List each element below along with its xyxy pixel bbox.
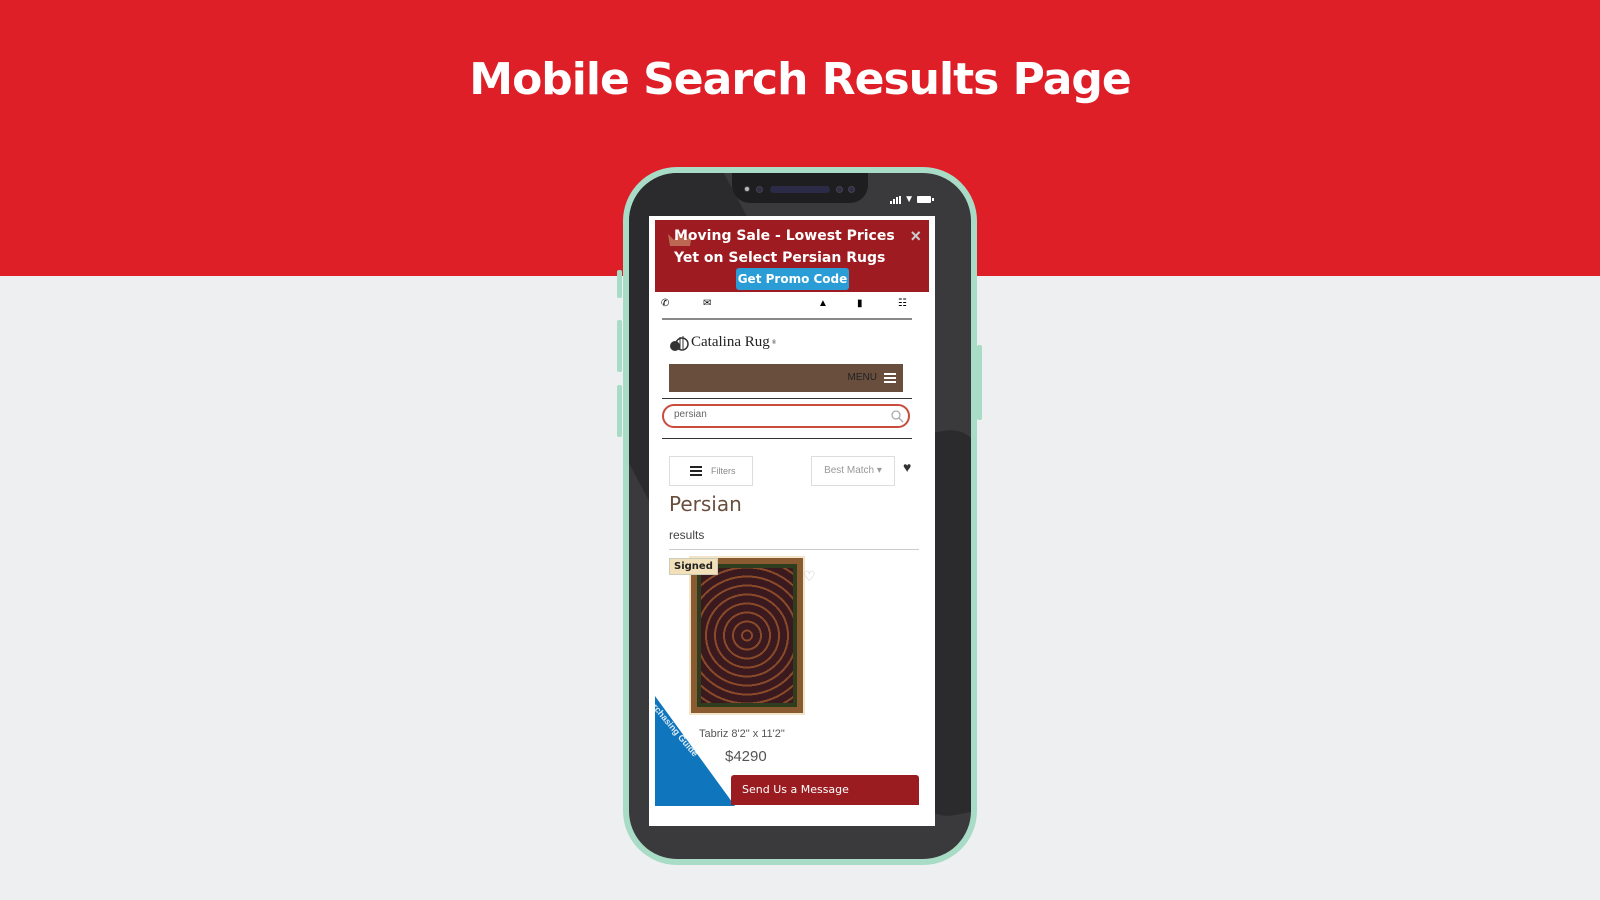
- brand-logo[interactable]: Catalina Rug ®: [669, 334, 776, 351]
- cart-icon[interactable]: ☷: [898, 298, 910, 310]
- filters-button[interactable]: Filters: [669, 456, 753, 486]
- list-icon: [690, 466, 702, 477]
- promo-text: Moving Sale - Lowest Prices Yet on Selec…: [674, 228, 895, 266]
- filters-label: Filters: [711, 466, 736, 476]
- search-icon[interactable]: [890, 409, 904, 423]
- camera-dot: [744, 186, 750, 192]
- favorites-heart-icon[interactable]: ♥: [903, 459, 911, 475]
- phone-side-button: [617, 385, 622, 437]
- results-title: Persian: [669, 492, 742, 516]
- get-promo-code-button[interactable]: Get Promo Code: [736, 268, 849, 290]
- utility-icon-row: ✆ ✉ ▲ ▮ ☷: [661, 298, 911, 312]
- hamburger-icon: [884, 373, 896, 383]
- phone-notch: [732, 173, 868, 203]
- phone-screen: Moving Sale - Lowest Prices Yet on Selec…: [649, 216, 935, 826]
- divider: [662, 438, 912, 439]
- registered-mark: ®: [771, 339, 777, 346]
- send-message-button[interactable]: Send Us a Message: [731, 775, 919, 805]
- divider: [662, 318, 912, 320]
- user-icon[interactable]: ▲: [818, 298, 830, 310]
- promo-banner: Moving Sale - Lowest Prices Yet on Selec…: [655, 220, 929, 292]
- phone-side-button: [617, 320, 622, 372]
- phone-icon[interactable]: ✆: [661, 298, 673, 310]
- divider: [669, 549, 919, 550]
- sensor-dot: [836, 186, 843, 193]
- brand-name: Catalina Rug: [691, 334, 770, 350]
- menu-label: MENU: [847, 372, 877, 383]
- sort-dropdown[interactable]: Best Match ▾: [811, 456, 895, 486]
- wifi-icon: ▼: [904, 194, 914, 205]
- sensor-dot: [848, 186, 855, 193]
- logo-mark-icon: [670, 335, 689, 351]
- product-image[interactable]: [691, 558, 803, 713]
- results-subtitle: results: [669, 528, 705, 542]
- camera-dot: [756, 186, 763, 193]
- battery-icon: [917, 196, 934, 203]
- search-field[interactable]: [662, 404, 910, 428]
- phone-mockup: ▼ Moving Sale - Lowest Prices Yet on Sel…: [623, 167, 977, 865]
- page-title: Mobile Search Results Page: [469, 54, 1131, 105]
- phone-side-button: [617, 270, 622, 298]
- signal-icon: [890, 195, 902, 204]
- wishlist-heart-icon[interactable]: ♡: [803, 568, 816, 585]
- phone-side-button: [977, 345, 982, 420]
- bookmark-icon[interactable]: ▮: [857, 298, 869, 310]
- speaker-grill: [770, 186, 830, 193]
- search-input[interactable]: [674, 409, 874, 420]
- envelope-icon[interactable]: ✉: [703, 298, 715, 310]
- close-icon[interactable]: ×: [910, 226, 921, 247]
- signed-badge: Signed: [669, 558, 718, 575]
- menu-button[interactable]: MENU: [669, 364, 903, 392]
- divider: [662, 398, 912, 399]
- status-bar: ▼: [890, 194, 934, 205]
